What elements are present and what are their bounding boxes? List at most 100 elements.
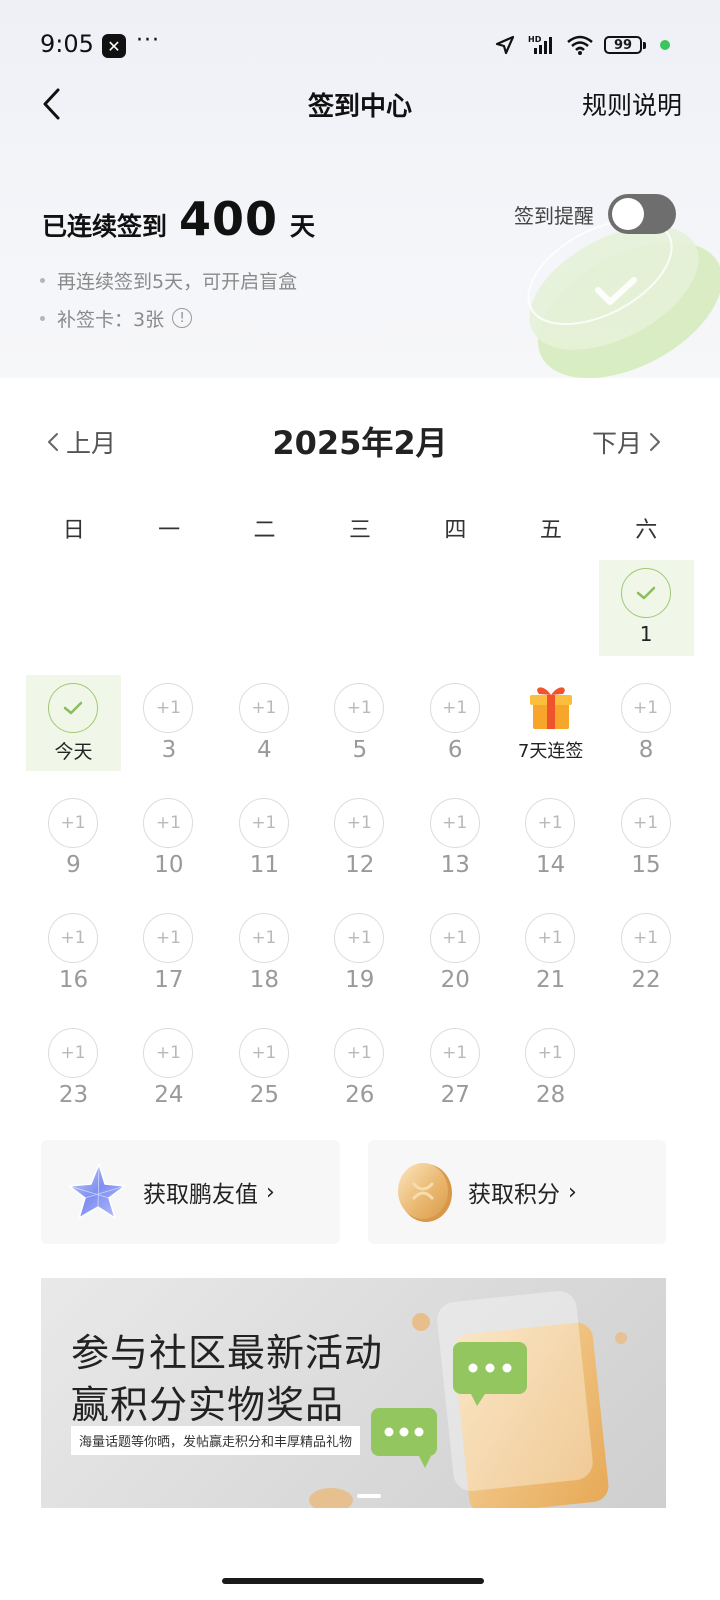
plus-one-badge: +1 [334,913,385,963]
chevron-right-icon: › [266,1179,275,1205]
plus-one-badge: +1 [48,913,98,963]
gold-coin-icon [398,1163,452,1222]
toggle-knob [612,198,644,230]
chevron-right-icon: › [568,1179,577,1205]
info-list: 再连续签到5天，可开启盲盒 补签卡：3张 ! [40,268,297,344]
calendar-day[interactable]: +1 28 [503,1020,598,1116]
crystal-star-icon [68,1163,126,1219]
calendar-day[interactable]: +1 23 [26,1020,121,1116]
plus-one-badge: +1 [620,683,671,733]
calendar-day-label: 3 [161,737,177,763]
calendar-day[interactable]: +1 13 [408,790,503,886]
home-indicator[interactable] [222,1578,484,1584]
plus-one-badge: +1 [525,913,576,963]
plus-one-badge: +1 [429,1028,480,1078]
rules-link[interactable]: 规则说明 [582,86,682,122]
plus-one-badge: +1 [143,913,194,963]
plus-one-badge: +1 [429,913,480,963]
calendar-day-label: 5 [352,737,368,763]
calendar-day-label: 16 [58,967,89,993]
calendar-day-label: 17 [154,967,184,993]
calendar-day[interactable]: +1 17 [121,905,216,1001]
calendar-day[interactable]: +1 8 [599,675,694,771]
calendar-day-gift[interactable]: 7天连签 [503,675,598,771]
calendar-day[interactable]: +1 20 [408,905,503,1001]
weekday-label: 一 [158,518,181,543]
banner-title-line1: 参与社区最新活动 [71,1331,384,1375]
calendar-day-label: 23 [58,1082,89,1108]
calendar-day[interactable]: +1 27 [408,1020,503,1116]
streak-unit: 天 [290,212,316,241]
more-notifications-icon: ··· [136,28,160,53]
status-bar: 9:05 ✕ ··· HD 99 [0,0,720,90]
plus-one-badge: +1 [143,798,194,848]
get-friend-value-card[interactable]: 获取鹏友值 › [41,1140,340,1244]
calendar-day[interactable]: +1 22 [599,905,694,1001]
calendar-day[interactable]: +1 10 [121,790,216,886]
calendar-day-label: 7天连签 [517,741,584,762]
calendar-day[interactable]: +1 19 [312,905,407,1001]
calendar-day-label: 12 [345,852,375,878]
reminder-label: 签到提醒 [514,204,594,228]
calendar-day[interactable]: +1 16 [26,905,121,1001]
plus-one-badge: +1 [525,798,576,848]
battery-icon: 99 [604,36,646,54]
streak-days: 400 [179,192,279,246]
plus-one-badge: +1 [238,683,289,733]
bullet-dot [40,315,45,321]
calendar-day-label: 13 [440,852,470,878]
calendar-day[interactable]: +1 6 [408,675,503,771]
calendar-day[interactable]: +1 5 [312,675,407,771]
wifi-icon [567,35,593,55]
calendar-day[interactable]: +1 12 [312,790,407,886]
status-time: 9:05 [40,30,94,58]
svg-text:HD: HD [528,35,542,44]
plus-one-badge: +1 [429,798,480,848]
weekday-label: 四 [444,518,467,543]
privacy-indicator-dot [660,40,670,50]
calendar-day[interactable]: +1 21 [503,905,598,1001]
calendar-day[interactable]: +1 18 [217,905,312,1001]
calendar-day-label: 19 [345,967,375,993]
info-icon[interactable]: ! [172,308,193,328]
checkin-coin-decoration-icon [527,218,720,378]
bullet-dot [40,277,45,283]
calendar-day[interactable]: +1 9 [26,790,121,886]
calendar-day-label: 22 [631,967,661,993]
calendar-day-label: 8 [638,737,654,763]
calendar-day[interactable]: +1 15 [599,790,694,886]
calendar-day[interactable]: 1 [598,560,694,656]
chevron-right-icon [650,433,660,451]
calendar-day-today[interactable]: 今天 [26,675,121,771]
get-points-label: 获取积分 [468,1182,560,1208]
gift-box-icon [530,687,573,729]
weekday-label: 五 [539,518,562,543]
info-item: 再连续签到5天，可开启盲盒 [40,268,298,293]
calendar-day-label: 4 [257,737,272,763]
get-points-card[interactable]: 获取积分 › [368,1140,666,1244]
weekday-label: 三 [348,518,371,543]
calendar-day-label: 9 [66,852,81,878]
reminder-toggle[interactable] [608,194,676,234]
calendar-day[interactable]: +1 11 [217,790,312,886]
streak-summary: 已连续签到 400 天 [42,192,315,246]
carousel-indicator [357,1494,381,1498]
plus-one-badge: +1 [334,798,385,848]
get-friend-value-label: 获取鹏友值 [143,1182,258,1208]
calendar-day[interactable]: +1 4 [217,675,312,771]
next-month-button[interactable]: 下月 [592,424,662,460]
calendar-day[interactable]: +1 3 [121,675,216,771]
blind-box-hint: 再连续签到5天，可开启盲盒 [57,270,298,293]
calendar-header: 上月 2025年2月 下月 [0,418,720,468]
calendar-day[interactable]: +1 24 [121,1020,216,1116]
calendar-day-label: 1 [639,622,653,646]
calendar-day[interactable]: +1 14 [503,790,598,886]
location-icon [495,35,515,55]
promo-banner[interactable]: 参与社区最新活动 赢积分实物奖品 海量话题等你晒，发帖赢走积分和丰厚精品礼物 [41,1278,666,1508]
calendar-day-label: 28 [536,1082,566,1108]
calendar-day[interactable]: +1 25 [217,1020,312,1116]
calendar-day[interactable]: +1 26 [312,1020,407,1116]
plus-one-badge: +1 [620,798,671,848]
info-item: 补签卡：3张 ! [40,306,297,331]
plus-one-badge: +1 [620,913,671,963]
